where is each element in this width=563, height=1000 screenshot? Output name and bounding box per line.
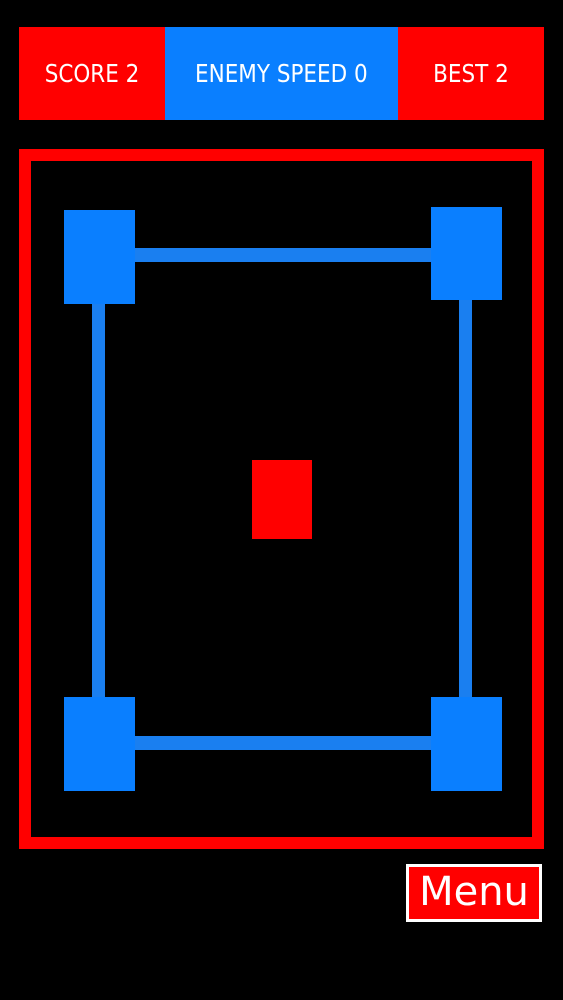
best-panel: BEST 2 — [398, 27, 544, 120]
enemy-block-top-right — [431, 207, 502, 300]
track-rail-bottom — [98, 736, 468, 750]
player-block[interactable] — [252, 460, 312, 539]
track-rail-top — [98, 248, 468, 262]
track-rail-left — [92, 260, 105, 740]
enemy-speed-panel: ENEMY SPEED 0 — [165, 27, 398, 120]
best-label: BEST 2 — [433, 59, 509, 88]
score-panel: SCORE 2 — [19, 27, 165, 120]
enemy-block-top-left — [64, 210, 135, 304]
enemy-speed-label: ENEMY SPEED 0 — [195, 59, 368, 88]
score-label: SCORE 2 — [44, 59, 140, 88]
enemy-block-bottom-left — [64, 697, 135, 791]
enemy-block-bottom-right — [431, 697, 502, 791]
track-rail-right — [459, 260, 472, 740]
hud-bar: SCORE 2 ENEMY SPEED 0 BEST 2 — [19, 27, 544, 120]
menu-button[interactable]: Menu — [406, 864, 542, 922]
